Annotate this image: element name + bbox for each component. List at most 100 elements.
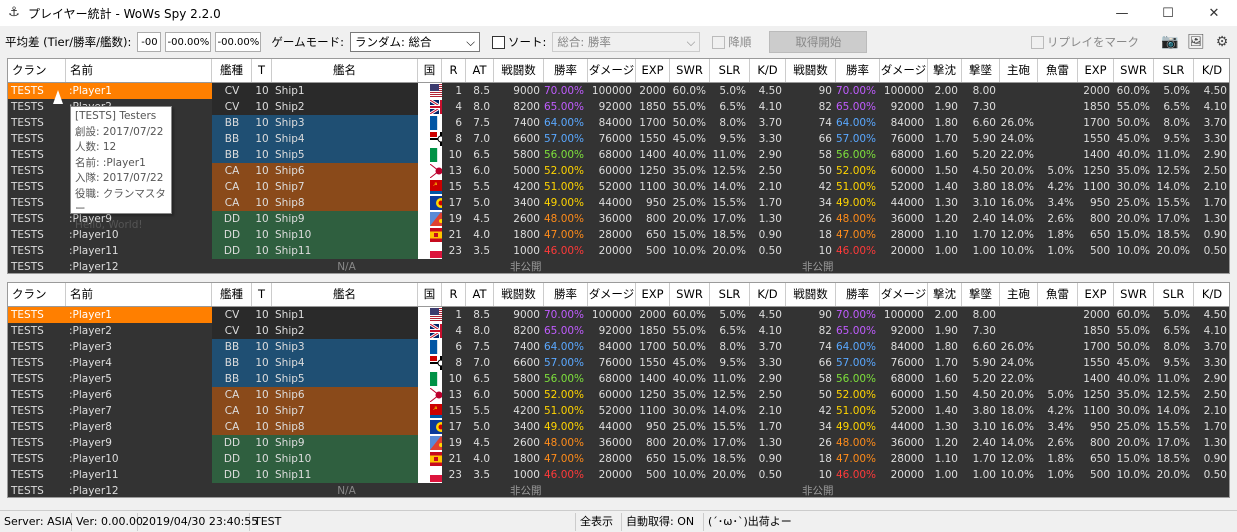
column-header[interactable]: 艦種 xyxy=(212,283,252,306)
column-header[interactable]: クラン xyxy=(8,283,66,306)
table-row[interactable]: TESTS:Player10 DD 10 Ship10 21 4.0 1800 47.00% 2… xyxy=(8,227,1229,243)
table-row[interactable]: TESTS:Player11 DD 10 Ship11 23 3.5 1000 46.00% 2… xyxy=(8,243,1229,259)
cell-exp: 1850 xyxy=(639,101,666,113)
cell-planes: 1.00 xyxy=(972,469,996,481)
column-header[interactable]: SLR xyxy=(710,59,750,82)
column-header[interactable]: 戦闘数 xyxy=(786,59,836,82)
column-header[interactable]: R xyxy=(442,59,466,82)
column-header[interactable]: 名前 xyxy=(66,59,212,82)
column-header[interactable]: T xyxy=(252,59,272,82)
column-header[interactable]: ダメージ xyxy=(588,283,636,306)
cell-kills: 1.90 xyxy=(934,101,958,113)
column-header[interactable]: 勝率 xyxy=(836,283,880,306)
sort-select[interactable]: 総合: 勝率 ⌵ xyxy=(552,32,701,52)
sort-checkbox[interactable] xyxy=(491,35,505,49)
table-row[interactable]: TESTS:Player1 CV 10 Ship1 1 8.5 9000 70.00% 1000… xyxy=(8,307,1229,323)
cell-tier: 10 xyxy=(252,307,272,323)
column-header[interactable]: SWR xyxy=(670,283,710,306)
auto-fetch-toggle[interactable]: 自動取得: ON xyxy=(622,513,704,531)
column-header[interactable]: EXP xyxy=(1078,283,1114,306)
desc-checkbox[interactable] xyxy=(712,35,726,49)
table-row[interactable]: TESTS:Player11 DD 10 Ship11 23 3.5 1000 46.00% 2… xyxy=(8,467,1229,483)
settings-icon[interactable]: ⚙ xyxy=(1211,32,1233,52)
column-header[interactable]: SWR xyxy=(670,59,710,82)
table-row[interactable]: TESTS:Player12 N/A 非公開 非公開 xyxy=(8,259,1229,273)
column-header[interactable]: 国 xyxy=(418,283,442,306)
table-row[interactable]: TESTS:Player7CA10Ship7☭155.5420051.00%52… xyxy=(8,403,1229,419)
column-header[interactable]: T xyxy=(252,283,272,306)
game-mode-select[interactable]: ランダム: 総合 ⌵ xyxy=(349,32,480,52)
column-header[interactable]: K/D xyxy=(750,59,786,82)
column-header[interactable]: ダメージ xyxy=(880,59,928,82)
column-header[interactable]: 主砲 xyxy=(1000,283,1038,306)
minimize-button[interactable]: — xyxy=(1099,0,1145,26)
table-row[interactable]: TESTS:Player6CA10Ship6136.0500052.00%600… xyxy=(8,387,1229,403)
table-row[interactable]: TESTS:Player2CV10Ship248.0820065.00%9200… xyxy=(8,99,1229,115)
avg-battles-button[interactable]: -00.00% xyxy=(215,32,262,52)
column-header[interactable]: K/D xyxy=(1194,59,1229,82)
avg-tier-button[interactable]: -00 xyxy=(137,32,162,52)
table-row[interactable]: TESTS:Player4BB10Ship487.0660057.00%7600… xyxy=(8,355,1229,371)
table-row[interactable]: TESTS:Player1 CV 10 Ship1 1 8.5 9000 70.00% 1000… xyxy=(8,83,1229,99)
column-header[interactable]: SLR xyxy=(1154,283,1194,306)
table-row[interactable]: TESTS:Player9 DD 10 Ship9 19 4.5 2600 48.00% 360… xyxy=(8,211,1229,227)
column-header[interactable]: 撃墜 xyxy=(962,59,1000,82)
cell-clan: TESTS xyxy=(11,197,44,209)
column-header[interactable]: AT xyxy=(466,283,494,306)
maximize-button[interactable]: ☐ xyxy=(1145,0,1191,26)
column-header[interactable]: SLR xyxy=(710,283,750,306)
column-header[interactable]: 国 xyxy=(418,59,442,82)
close-button[interactable]: ✕ xyxy=(1191,0,1237,26)
column-header[interactable]: 艦種 xyxy=(212,59,252,82)
replay-mark-checkbox[interactable] xyxy=(1031,35,1044,49)
column-header[interactable]: 魚雷 xyxy=(1038,59,1078,82)
column-header[interactable]: ダメージ xyxy=(588,59,636,82)
show-all-toggle[interactable]: 全表示 xyxy=(576,513,622,531)
table-row[interactable]: TESTS:Player2CV10Ship248.0820065.00%9200… xyxy=(8,323,1229,339)
column-header[interactable]: 戦闘数 xyxy=(494,59,544,82)
avg-wr-button[interactable]: -00.00% xyxy=(165,32,212,52)
column-header[interactable]: EXP xyxy=(1078,59,1114,82)
column-header[interactable]: クラン xyxy=(8,59,66,82)
cell-dmg2: 44000 xyxy=(890,421,924,433)
cell-planes xyxy=(962,259,1000,273)
column-header[interactable]: EXP xyxy=(636,283,670,306)
table-row[interactable]: TESTS:Player6CA10Ship6136.0500052.00%600… xyxy=(8,163,1229,179)
column-header[interactable]: K/D xyxy=(1194,283,1229,306)
table-row[interactable]: TESTS:Player8CA10Ship8175.0340049.00%440… xyxy=(8,195,1229,211)
column-header[interactable]: 魚雷 xyxy=(1038,283,1078,306)
table-row[interactable]: TESTS:Player12 N/A 非公開 非公開 xyxy=(8,483,1229,497)
table-row[interactable]: TESTS:Player3BB10Ship367.5740064.00%8400… xyxy=(8,339,1229,355)
column-header[interactable]: 主砲 xyxy=(1000,59,1038,82)
column-header[interactable]: 戦闘数 xyxy=(786,283,836,306)
column-header[interactable]: SLR xyxy=(1154,59,1194,82)
column-header[interactable]: 勝率 xyxy=(544,59,588,82)
column-header[interactable]: 艦名 xyxy=(272,283,418,306)
column-header[interactable]: 撃墜 xyxy=(962,283,1000,306)
table-row[interactable]: TESTS:Player10 DD 10 Ship10 21 4.0 1800 47.00% 2… xyxy=(8,451,1229,467)
column-header[interactable]: 艦名 xyxy=(272,59,418,82)
column-header[interactable]: 名前 xyxy=(66,283,212,306)
image-icon[interactable]: 🖼 xyxy=(1185,32,1207,52)
column-header[interactable]: SWR xyxy=(1114,283,1154,306)
table-row[interactable]: TESTS:Player9 DD 10 Ship9 19 4.5 2600 48.00% 360… xyxy=(8,435,1229,451)
table-row[interactable]: TESTS:Player4BB10Ship487.0660057.00%7600… xyxy=(8,131,1229,147)
column-header[interactable]: 勝率 xyxy=(544,283,588,306)
column-header[interactable]: 勝率 xyxy=(836,59,880,82)
column-header[interactable]: 撃沈 xyxy=(928,59,962,82)
column-header[interactable]: 戦闘数 xyxy=(494,283,544,306)
column-header[interactable]: R xyxy=(442,283,466,306)
table-row[interactable]: TESTS:Player5BB10Ship5106.5580056.00%680… xyxy=(8,147,1229,163)
column-header[interactable]: ダメージ xyxy=(880,283,928,306)
table-row[interactable]: TESTS:Player7CA10Ship7☭155.5420051.00%52… xyxy=(8,179,1229,195)
column-header[interactable]: EXP xyxy=(636,59,670,82)
column-header[interactable]: K/D xyxy=(750,283,786,306)
table-row[interactable]: TESTS:Player5BB10Ship5106.5580056.00%680… xyxy=(8,371,1229,387)
table-row[interactable]: TESTS:Player3BB10Ship367.5740064.00%8400… xyxy=(8,115,1229,131)
table-row[interactable]: TESTS:Player8CA10Ship8175.0340049.00%440… xyxy=(8,419,1229,435)
column-header[interactable]: AT xyxy=(466,59,494,82)
camera-icon[interactable]: 📷 xyxy=(1159,32,1181,52)
fetch-start-button[interactable]: 取得開始 xyxy=(769,31,868,53)
column-header[interactable]: 撃沈 xyxy=(928,283,962,306)
column-header[interactable]: SWR xyxy=(1114,59,1154,82)
